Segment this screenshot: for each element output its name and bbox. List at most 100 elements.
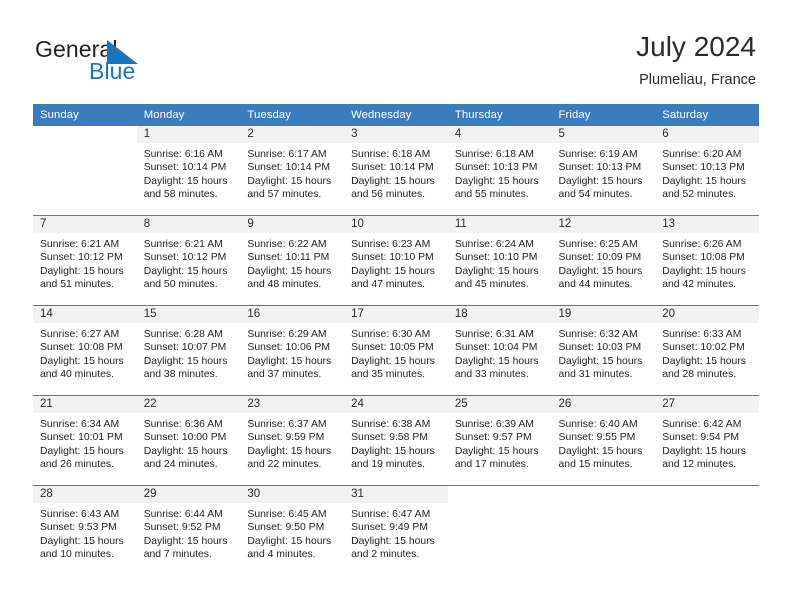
sunrise-text: Sunrise: 6:17 AM	[247, 149, 327, 160]
sunset-text: Sunset: 10:06 PM	[247, 342, 331, 354]
day-cell[interactable]: 18 Sunrise: 6:31 AM Sunset: 10:04 PM Daylig…	[447, 306, 552, 395]
weekday-header-tuesday: Tuesday	[240, 104, 345, 126]
sunrise-text: Sunrise: 6:18 AM	[351, 149, 431, 160]
day-number: 13	[655, 216, 759, 233]
day-cell[interactable]: 6 Sunrise: 6:20 AM Sunset: 10:13 PM Dayligh…	[655, 126, 759, 215]
calendar-cell: 1 Sunrise: 6:16 AM Sunset: 10:14 PM Dayligh…	[136, 126, 241, 216]
sunrise-text: Sunrise: 6:16 AM	[143, 149, 223, 160]
day-number: 27	[655, 396, 759, 413]
day-number: 10	[344, 216, 448, 233]
day-details: Sunrise: 6:25 AM Sunset: 10:09 PM Daylight…	[552, 233, 656, 292]
daylight-text-line1: Daylight: 15 hours	[143, 355, 228, 367]
day-cell-empty	[552, 486, 656, 575]
sunrise-text: Sunrise: 6:31 AM	[454, 329, 534, 340]
day-cell[interactable]: 4 Sunrise: 6:18 AM Sunset: 10:13 PM Dayligh…	[447, 126, 552, 215]
day-number: 14	[33, 306, 137, 323]
calendar-cell: 2 Sunrise: 6:17 AM Sunset: 10:14 PM Dayligh…	[240, 126, 345, 216]
day-number	[448, 486, 552, 503]
sunset-text: Sunset: 9:54 PM	[662, 432, 740, 444]
day-number: 16	[240, 306, 345, 323]
sunset-text: Sunset: 9:50 PM	[247, 522, 325, 534]
day-details: Sunrise: 6:31 AM Sunset: 10:04 PM Daylight…	[448, 323, 552, 382]
day-cell[interactable]: 23 Sunrise: 6:37 AM Sunset: 9:59 PM Dayligh…	[240, 396, 345, 485]
title-block: July 2024 Plumeliau, France	[636, 30, 756, 90]
calendar-cell: 4 Sunrise: 6:18 AM Sunset: 10:13 PM Dayligh…	[447, 126, 552, 216]
general-blue-logo[interactable]: General Blue	[35, 36, 215, 88]
day-details: Sunrise: 6:30 AM Sunset: 10:05 PM Daylight…	[344, 323, 448, 382]
day-number: 1	[136, 126, 241, 143]
daylight-text-line2: and 54 minutes.	[558, 189, 633, 201]
day-details: Sunrise: 6:45 AM Sunset: 9:50 PM Daylight:…	[240, 503, 344, 562]
day-cell[interactable]: 7 Sunrise: 6:21 AM Sunset: 10:12 PM Dayligh…	[33, 216, 137, 305]
day-number: 5	[551, 126, 656, 143]
day-cell[interactable]: 12 Sunrise: 6:25 AM Sunset: 10:09 PM Daylig…	[551, 216, 656, 305]
day-cell[interactable]: 10 Sunrise: 6:23 AM Sunset: 10:10 PM Daylig…	[344, 216, 448, 305]
daylight-text-line2: and 4 minutes.	[247, 549, 316, 561]
sunrise-text: Sunrise: 6:21 AM	[143, 239, 223, 250]
day-cell[interactable]: 16 Sunrise: 6:29 AM Sunset: 10:06 PM Daylig…	[240, 306, 345, 395]
daylight-text-line1: Daylight: 15 hours	[454, 175, 539, 187]
calendar-cell	[447, 485, 552, 575]
daylight-text-line1: Daylight: 15 hours	[454, 265, 539, 277]
day-number: 4	[447, 126, 552, 143]
calendar-cell: 20 Sunrise: 6:33 AM Sunset: 10:02 PM Daylig…	[655, 305, 759, 396]
day-cell[interactable]: 20 Sunrise: 6:33 AM Sunset: 10:02 PM Daylig…	[655, 306, 759, 395]
day-cell[interactable]: 27 Sunrise: 6:42 AM Sunset: 9:54 PM Dayligh…	[655, 396, 759, 485]
daylight-text-line1: Daylight: 15 hours	[351, 445, 435, 457]
day-details: Sunrise: 6:34 AM Sunset: 10:01 PM Daylight…	[33, 413, 137, 472]
day-number	[33, 126, 137, 143]
daylight-text-line1: Daylight: 15 hours	[351, 355, 435, 367]
daylight-text-line1: Daylight: 15 hours	[454, 355, 539, 367]
day-cell[interactable]: 29 Sunrise: 6:44 AM Sunset: 9:52 PM Dayligh…	[136, 486, 241, 575]
calendar-page: General Blue July 2024 Plumeliau, France…	[0, 0, 792, 612]
day-cell[interactable]: 5 Sunrise: 6:19 AM Sunset: 10:13 PM Dayligh…	[551, 126, 656, 215]
daylight-text-line1: Daylight: 15 hours	[662, 175, 746, 187]
day-cell[interactable]: 14 Sunrise: 6:27 AM Sunset: 10:08 PM Daylig…	[33, 306, 137, 395]
calendar-cell: 17 Sunrise: 6:30 AM Sunset: 10:05 PM Daylig…	[344, 305, 448, 396]
day-cell[interactable]: 17 Sunrise: 6:30 AM Sunset: 10:05 PM Daylig…	[344, 306, 448, 395]
sunrise-text: Sunrise: 6:30 AM	[351, 329, 431, 340]
day-cell[interactable]: 19 Sunrise: 6:32 AM Sunset: 10:03 PM Daylig…	[551, 306, 656, 395]
day-cell[interactable]: 8 Sunrise: 6:21 AM Sunset: 10:12 PM Dayligh…	[136, 216, 241, 305]
day-cell[interactable]: 22 Sunrise: 6:36 AM Sunset: 10:00 PM Daylig…	[136, 396, 241, 485]
day-cell[interactable]: 15 Sunrise: 6:28 AM Sunset: 10:07 PM Daylig…	[136, 306, 241, 395]
day-cell[interactable]: 2 Sunrise: 6:17 AM Sunset: 10:14 PM Dayligh…	[240, 126, 345, 215]
day-cell[interactable]: 9 Sunrise: 6:22 AM Sunset: 10:11 PM Dayligh…	[240, 216, 345, 305]
day-number: 22	[136, 396, 241, 413]
day-number: 26	[551, 396, 656, 413]
day-number: 2	[240, 126, 345, 143]
day-cell[interactable]: 25 Sunrise: 6:39 AM Sunset: 9:57 PM Dayligh…	[447, 396, 552, 485]
sunset-text: Sunset: 10:08 PM	[662, 252, 745, 264]
daylight-text-line2: and 15 minutes.	[558, 459, 633, 471]
day-details: Sunrise: 6:17 AM Sunset: 10:14 PM Daylight…	[240, 143, 344, 202]
daylight-text-line1: Daylight: 15 hours	[40, 445, 124, 457]
day-details: Sunrise: 6:38 AM Sunset: 9:58 PM Daylight:…	[344, 413, 448, 472]
day-cell[interactable]: 26 Sunrise: 6:40 AM Sunset: 9:55 PM Dayligh…	[551, 396, 656, 485]
day-cell[interactable]: 13 Sunrise: 6:26 AM Sunset: 10:08 PM Daylig…	[655, 216, 759, 305]
sunset-text: Sunset: 10:00 PM	[143, 432, 227, 444]
page-header: General Blue July 2024 Plumeliau, France	[0, 0, 792, 104]
day-cell[interactable]: 3 Sunrise: 6:18 AM Sunset: 10:14 PM Dayligh…	[344, 126, 448, 215]
daylight-text-line2: and 35 minutes.	[351, 369, 426, 381]
sunrise-text: Sunrise: 6:39 AM	[454, 419, 534, 430]
day-cell[interactable]: 24 Sunrise: 6:38 AM Sunset: 9:58 PM Dayligh…	[344, 396, 448, 485]
calendar-cell: 14 Sunrise: 6:27 AM Sunset: 10:08 PM Daylig…	[33, 305, 137, 396]
day-cell[interactable]: 21 Sunrise: 6:34 AM Sunset: 10:01 PM Daylig…	[33, 396, 137, 485]
sunset-text: Sunset: 10:14 PM	[143, 162, 227, 174]
day-details: Sunrise: 6:37 AM Sunset: 9:59 PM Daylight:…	[240, 413, 344, 472]
sunrise-text: Sunrise: 6:45 AM	[247, 509, 327, 520]
sunset-text: Sunset: 10:01 PM	[40, 432, 123, 444]
day-cell[interactable]: 30 Sunrise: 6:45 AM Sunset: 9:50 PM Dayligh…	[240, 486, 345, 575]
day-cell-empty	[33, 126, 137, 215]
daylight-text-line2: and 31 minutes.	[558, 369, 633, 381]
calendar-cell	[551, 485, 656, 575]
day-cell[interactable]: 1 Sunrise: 6:16 AM Sunset: 10:14 PM Dayligh…	[136, 126, 241, 215]
day-cell[interactable]: 11 Sunrise: 6:24 AM Sunset: 10:10 PM Daylig…	[447, 216, 552, 305]
day-cell[interactable]: 31 Sunrise: 6:47 AM Sunset: 9:49 PM Dayligh…	[344, 486, 448, 575]
sunrise-text: Sunrise: 6:28 AM	[143, 329, 223, 340]
calendar-cell: 16 Sunrise: 6:29 AM Sunset: 10:06 PM Daylig…	[240, 305, 345, 396]
sunset-text: Sunset: 9:52 PM	[143, 522, 221, 534]
calendar-week-row: 7 Sunrise: 6:21 AM Sunset: 10:12 PM Dayligh…	[33, 215, 759, 306]
sunrise-text: Sunrise: 6:21 AM	[40, 239, 120, 250]
day-cell[interactable]: 28 Sunrise: 6:43 AM Sunset: 9:53 PM Dayligh…	[33, 486, 137, 575]
